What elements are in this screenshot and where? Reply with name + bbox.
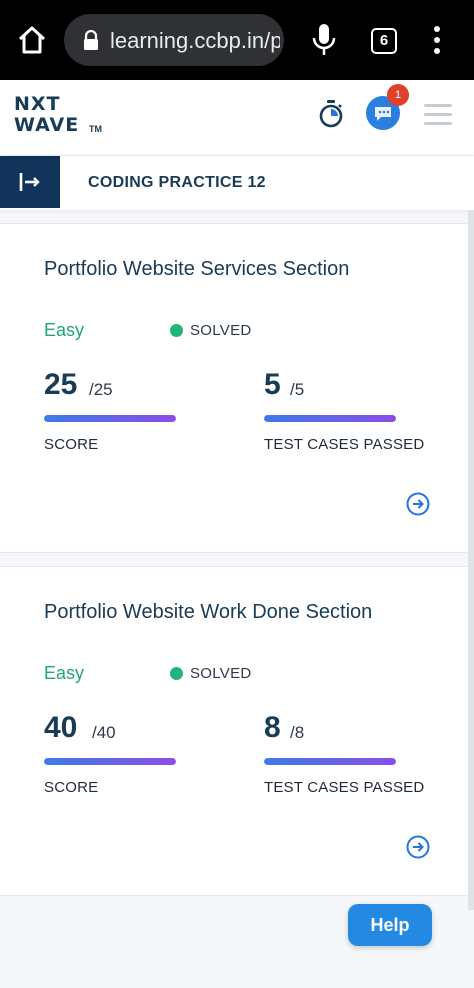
tests-progress-fill: [264, 415, 396, 422]
scrollbar[interactable]: [468, 210, 474, 910]
tests-value: 8: [264, 711, 281, 744]
score-progress-fill: [44, 758, 176, 765]
notification-badge: 1: [387, 84, 409, 106]
expand-sidebar-icon: [19, 173, 40, 191]
solved-status-icon: [170, 324, 183, 337]
tests-progress-fill: [264, 758, 396, 765]
arrow-right-circle-icon[interactable]: [406, 492, 430, 516]
stopwatch-icon[interactable]: [318, 100, 344, 128]
score-total: /25: [89, 380, 113, 399]
lock-icon: [84, 30, 98, 50]
url-text: learning.ccbp.in/p: [110, 28, 280, 53]
browser-toolbar: learning.ccbp.in/p 6: [0, 0, 474, 80]
question-card[interactable]: Portfolio Website Work Done Section Easy…: [0, 566, 468, 896]
help-button[interactable]: Help: [348, 904, 432, 946]
score-label: SCORE: [44, 436, 99, 453]
tests-progress-bar: [264, 758, 396, 765]
score-progress-bar: [44, 415, 176, 422]
status-text: SOLVED: [190, 322, 252, 339]
home-icon[interactable]: [16, 24, 48, 56]
tests-total: /8: [290, 723, 305, 742]
question-title[interactable]: Portfolio Website Work Done Section: [44, 601, 372, 624]
score-progress-bar: [44, 758, 176, 765]
more-options-icon[interactable]: [428, 24, 446, 56]
score-value: 25: [44, 368, 78, 401]
logo-line1: NXT: [14, 93, 61, 115]
score-total: /40: [92, 723, 116, 742]
sidebar-toggle-button[interactable]: [0, 156, 60, 208]
tests-progress-bar: [264, 415, 396, 422]
question-title[interactable]: Portfolio Website Services Section: [44, 258, 349, 281]
practice-title: CODING PRACTICE 12: [88, 174, 266, 191]
logo-line2: WAVE: [14, 114, 80, 136]
difficulty-label: Easy: [44, 320, 85, 340]
score-label: SCORE: [44, 779, 99, 796]
tests-total: /5: [290, 380, 305, 399]
tests-value: 5: [264, 368, 281, 401]
status-text: SOLVED: [190, 665, 252, 682]
score-progress-fill: [44, 415, 176, 422]
hamburger-icon[interactable]: [424, 104, 452, 126]
difficulty-label: Easy: [44, 663, 85, 683]
tab-switcher-button[interactable]: 6: [371, 28, 397, 54]
score-value: 40: [44, 711, 78, 744]
address-bar[interactable]: learning.ccbp.in/p: [64, 14, 284, 66]
tests-label: TEST CASES PASSED: [264, 779, 425, 796]
microphone-icon[interactable]: [310, 22, 338, 58]
nxtwave-logo[interactable]: NXT WAVE TM: [14, 94, 104, 138]
arrow-right-circle-icon[interactable]: [406, 835, 430, 859]
logo-trademark: TM: [89, 124, 102, 134]
solved-status-icon: [170, 667, 183, 680]
question-card[interactable]: Portfolio Website Services Section Easy …: [0, 223, 468, 553]
tests-label: TEST CASES PASSED: [264, 436, 425, 453]
practice-header: CODING PRACTICE 12: [0, 156, 474, 210]
